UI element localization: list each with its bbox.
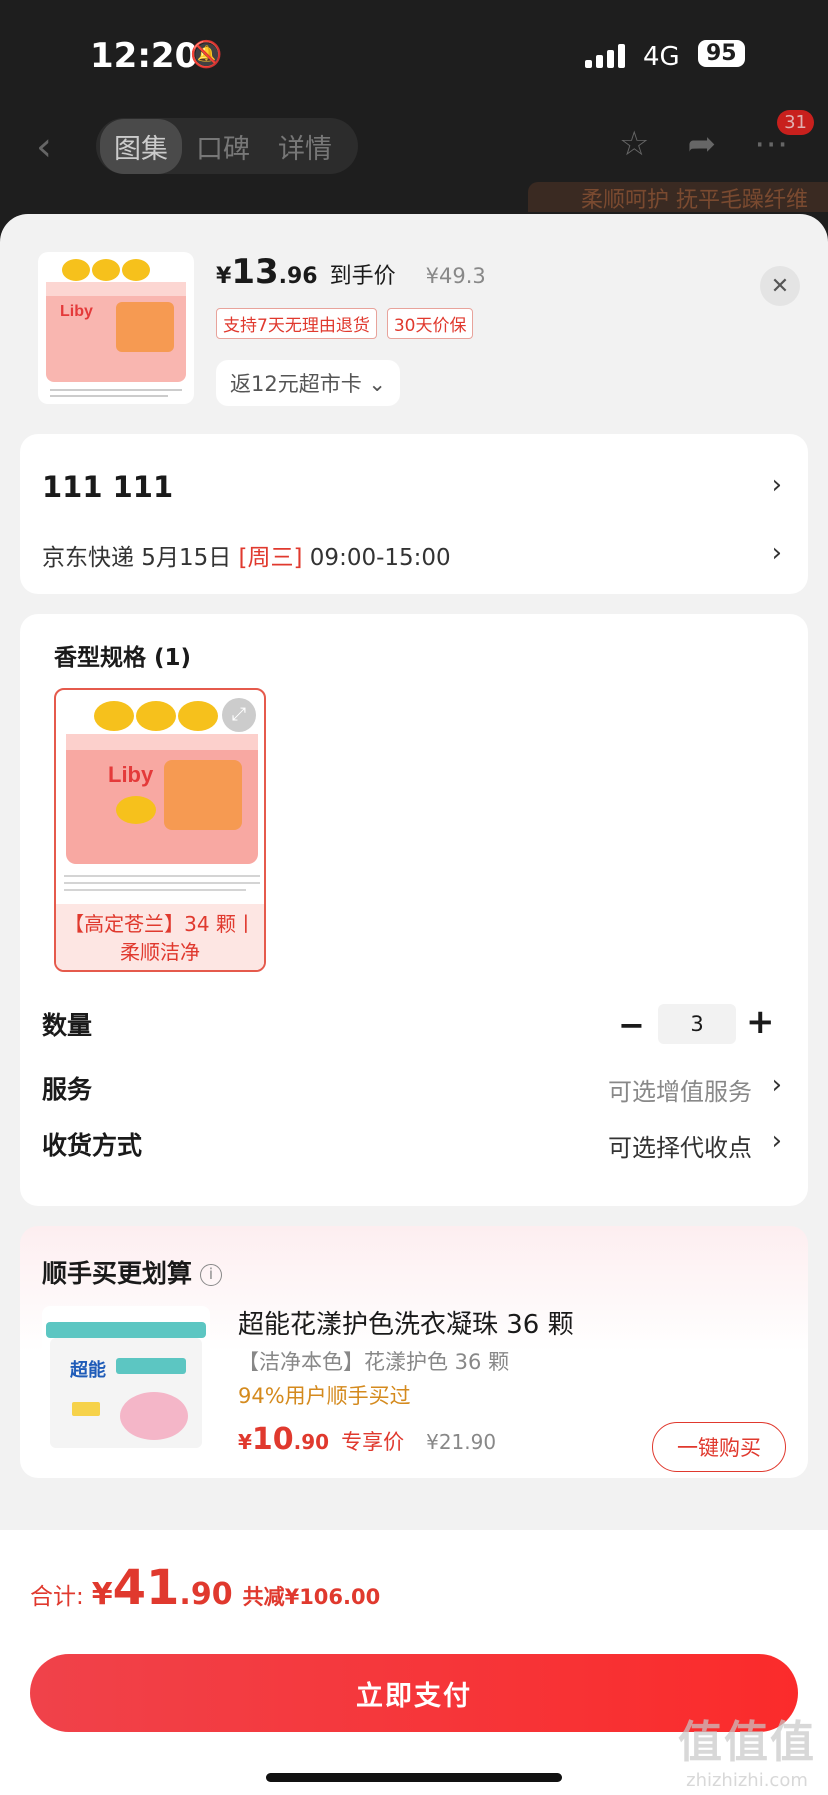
- brand-logo: Liby: [108, 762, 154, 787]
- status-bar: 12:20 🔕 4G 95: [0, 0, 828, 100]
- expand-icon[interactable]: ⤢: [222, 698, 256, 732]
- upsell-social-proof: 94%用户顺手买过: [238, 1384, 411, 1408]
- close-icon[interactable]: ✕: [760, 266, 800, 306]
- price-integer: 13: [231, 252, 279, 292]
- upsell-product-image[interactable]: 超能: [42, 1306, 210, 1456]
- product-summary: Liby ¥ 13 .96 到手价 ¥49.3 支持7天无理由退货 30天价保 …: [0, 214, 828, 434]
- upsell-original-price: ¥21.90: [426, 1430, 497, 1454]
- service-label: 服务: [42, 1075, 93, 1104]
- battery-level: 95: [698, 40, 745, 67]
- delivery-method-label: 收货方式: [42, 1131, 143, 1160]
- price-decimal: .96: [278, 264, 318, 289]
- nav-actions: ☆ ➦ ⋯: [619, 124, 788, 164]
- message-count-badge: 31: [777, 110, 814, 135]
- brand-logo: Liby: [60, 303, 93, 320]
- total-decimal: .90: [179, 1577, 233, 1612]
- supermarket-card-chip[interactable]: 返12元超市卡 ⌄: [216, 360, 401, 406]
- delivery-method-value[interactable]: 可选择代收点: [608, 1128, 752, 1163]
- upsell-title-text: 顺手买更划算: [42, 1259, 193, 1288]
- delivery-time-window: 09:00-15:00: [309, 545, 451, 571]
- brand-logo: 超能: [70, 1359, 106, 1380]
- spec-option[interactable]: Liby ⤢ 【高定苍兰】34 颗丨 柔顺洁净: [54, 688, 266, 972]
- promo-banner-peek: 柔顺呵护 抚平毛躁纤维: [528, 182, 828, 212]
- courier-date: 京东快递 5月15日: [42, 545, 232, 571]
- order-total: 合计: ¥ 41 .90 共减¥106.00: [30, 1560, 380, 1616]
- spec-label-line2: 柔顺洁净: [120, 940, 200, 964]
- decrease-button[interactable]: −: [618, 1006, 645, 1044]
- upsell-product-name[interactable]: 超能花漾护色洗衣凝珠 36 颗: [238, 1304, 574, 1341]
- chevron-right-icon[interactable]: ›: [772, 538, 782, 568]
- increase-button[interactable]: +: [746, 1002, 775, 1042]
- share-icon[interactable]: ➦: [688, 124, 717, 164]
- mute-bell-icon: 🔕: [190, 40, 223, 70]
- tab-details[interactable]: 详情: [264, 119, 346, 174]
- chevron-right-icon[interactable]: ›: [772, 1126, 782, 1156]
- network-type: 4G: [643, 42, 680, 72]
- total-label: 合计:: [30, 1584, 84, 1610]
- upsell-title: 顺手买更划算 i: [42, 1254, 223, 1290]
- service-tags: 支持7天无理由退货 30天价保: [216, 308, 474, 339]
- spec-title: 香型规格 (1): [54, 645, 192, 671]
- back-arrow-icon[interactable]: ‹: [36, 124, 52, 170]
- watermark-logo: 值值值: [678, 1717, 816, 1768]
- upsell-price-decimal: .90: [293, 1430, 330, 1454]
- status-time: 12:20: [90, 36, 199, 76]
- product-thumbnail: Liby: [38, 252, 194, 404]
- shipping-info: 京东快递 5月15日 [周三] 09:00-15:00: [42, 538, 451, 572]
- checkout-footer: 合计: ¥ 41 .90 共减¥106.00 立即支付 值值值 zhizhizh…: [0, 1530, 828, 1795]
- site-watermark: 值值值 zhizhizhi.com: [678, 1706, 816, 1791]
- chevron-right-icon[interactable]: ›: [772, 1070, 782, 1100]
- service-value[interactable]: 可选增值服务: [608, 1072, 752, 1107]
- product-tabs: 图集 口碑 详情: [96, 118, 358, 174]
- price-tag: 到手价: [329, 264, 396, 289]
- product-nav-bar: ‹ 图集 口碑 详情 ☆ ➦ ⋯ 31: [0, 110, 828, 190]
- tag-return: 支持7天无理由退货: [216, 308, 377, 339]
- total-integer: 41: [112, 1560, 180, 1616]
- spec-label-line1: 【高定苍兰】34 颗丨: [64, 912, 256, 936]
- price-currency: ¥: [216, 264, 232, 289]
- quantity-input[interactable]: 3: [658, 1004, 736, 1044]
- recipient-name: 111 111: [42, 470, 174, 504]
- home-indicator[interactable]: [266, 1773, 562, 1782]
- card-chip-label: 返12元超市卡: [230, 372, 362, 396]
- upsell-price-tag: 专享价: [341, 1430, 405, 1454]
- address-panel[interactable]: 111 111 › 京东快递 5月15日 [周三] 09:00-15:00 ›: [20, 434, 808, 594]
- tag-price-protect: 30天价保: [386, 308, 474, 339]
- upsell-price: ¥ 10 .90 专享价 ¥21.90: [238, 1422, 496, 1457]
- quantity-label: 数量: [42, 1011, 93, 1040]
- upsell-currency: ¥: [238, 1430, 252, 1454]
- spec-panel: 香型规格 (1) Liby ⤢ 【高定苍兰】34 颗丨 柔顺洁净 数量 − 3 …: [20, 614, 808, 1206]
- total-savings: 共减¥106.00: [242, 1585, 381, 1609]
- chevron-down-icon: ⌄: [368, 372, 387, 396]
- chevron-right-icon[interactable]: ›: [772, 470, 782, 500]
- upsell-price-integer: 10: [251, 1422, 294, 1457]
- weekday: [周三]: [238, 545, 303, 571]
- watermark-url: zhizhizhi.com: [686, 1770, 808, 1791]
- tab-reviews[interactable]: 口碑: [182, 119, 264, 174]
- info-icon[interactable]: i: [200, 1264, 223, 1286]
- total-currency: ¥: [91, 1577, 113, 1612]
- original-price: ¥49.3: [425, 264, 486, 288]
- spec-option-label: 【高定苍兰】34 颗丨 柔顺洁净: [56, 904, 264, 970]
- spec-option-image: Liby ⤢: [56, 690, 264, 906]
- price-line: ¥ 13 .96 到手价 ¥49.3: [216, 252, 486, 292]
- one-click-buy-button[interactable]: 一键购买: [652, 1422, 786, 1472]
- upsell-variant: 【洁净本色】花漾护色 36 颗: [238, 1350, 510, 1374]
- purchase-sheet: Liby ¥ 13 .96 到手价 ¥49.3 支持7天无理由退货 30天价保 …: [0, 214, 828, 1795]
- upsell-panel: 顺手买更划算 i 超能 超能花漾护色洗衣凝珠 36 颗 【洁净本色】花漾护色 36…: [20, 1226, 808, 1478]
- signal-icon: [585, 44, 625, 68]
- star-icon[interactable]: ☆: [619, 124, 649, 164]
- tab-gallery[interactable]: 图集: [100, 118, 182, 174]
